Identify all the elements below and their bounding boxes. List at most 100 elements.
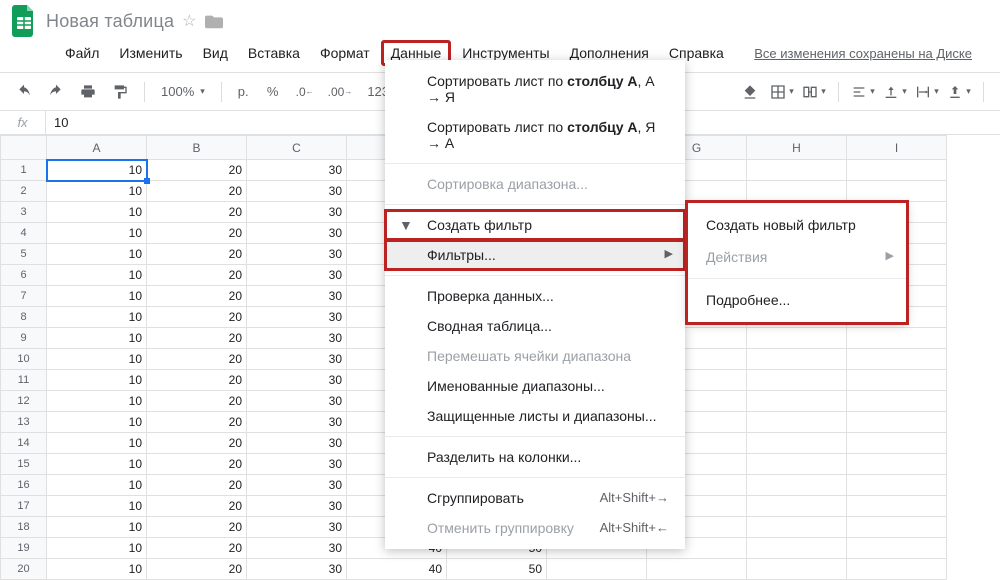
cell[interactable] bbox=[847, 181, 947, 202]
menu-вид[interactable]: Вид bbox=[194, 41, 237, 65]
cell[interactable]: 20 bbox=[147, 202, 247, 223]
cell[interactable]: 20 bbox=[147, 517, 247, 538]
row-header[interactable]: 5 bbox=[1, 244, 47, 265]
save-status-link[interactable]: Все изменения сохранены на Диске bbox=[754, 46, 988, 61]
cell[interactable] bbox=[847, 517, 947, 538]
cell[interactable] bbox=[747, 517, 847, 538]
row-header[interactable]: 2 bbox=[1, 181, 47, 202]
cell[interactable]: 20 bbox=[147, 433, 247, 454]
cell[interactable]: 30 bbox=[247, 517, 347, 538]
cell[interactable]: 30 bbox=[247, 496, 347, 517]
cell[interactable]: 30 bbox=[247, 454, 347, 475]
cell[interactable]: 30 bbox=[247, 181, 347, 202]
cell[interactable]: 30 bbox=[247, 475, 347, 496]
menu-формат[interactable]: Формат bbox=[311, 41, 379, 65]
cell[interactable]: 20 bbox=[147, 559, 247, 580]
menu-split-columns[interactable]: Разделить на колонки... bbox=[385, 442, 685, 472]
row-header[interactable]: 7 bbox=[1, 286, 47, 307]
col-header[interactable]: A bbox=[47, 136, 147, 160]
rotate-icon[interactable] bbox=[947, 80, 971, 104]
menu-вставка[interactable]: Вставка bbox=[239, 41, 309, 65]
row-header[interactable]: 15 bbox=[1, 454, 47, 475]
cell[interactable]: 10 bbox=[47, 370, 147, 391]
cell[interactable]: 30 bbox=[247, 433, 347, 454]
cell[interactable] bbox=[847, 433, 947, 454]
cell[interactable]: 20 bbox=[147, 328, 247, 349]
cell[interactable] bbox=[747, 538, 847, 559]
row-header[interactable]: 11 bbox=[1, 370, 47, 391]
cell[interactable]: 10 bbox=[47, 412, 147, 433]
cell[interactable] bbox=[647, 559, 747, 580]
cell[interactable] bbox=[847, 160, 947, 181]
cell[interactable]: 20 bbox=[147, 475, 247, 496]
cell[interactable]: 20 bbox=[147, 391, 247, 412]
cell[interactable]: 20 bbox=[147, 349, 247, 370]
row-header[interactable]: 17 bbox=[1, 496, 47, 517]
menu-data-validation[interactable]: Проверка данных... bbox=[385, 281, 685, 311]
menu-файл[interactable]: Файл bbox=[56, 41, 108, 65]
menu-named-ranges[interactable]: Именованные диапазоны... bbox=[385, 371, 685, 401]
cell[interactable]: 30 bbox=[247, 391, 347, 412]
redo-icon[interactable] bbox=[44, 80, 68, 104]
cell[interactable] bbox=[847, 391, 947, 412]
row-header[interactable]: 1 bbox=[1, 160, 47, 181]
cell[interactable]: 20 bbox=[147, 307, 247, 328]
formula-bar-input[interactable]: 10 bbox=[46, 115, 68, 130]
cell[interactable] bbox=[547, 559, 647, 580]
wrap-icon[interactable] bbox=[915, 80, 939, 104]
halign-icon[interactable] bbox=[851, 80, 875, 104]
cell[interactable]: 30 bbox=[247, 244, 347, 265]
valign-icon[interactable] bbox=[883, 80, 907, 104]
submenu-more[interactable]: Подробнее... bbox=[688, 284, 906, 316]
cell[interactable] bbox=[747, 559, 847, 580]
cell[interactable]: 10 bbox=[47, 223, 147, 244]
cell[interactable]: 30 bbox=[247, 160, 347, 181]
cell[interactable]: 10 bbox=[47, 538, 147, 559]
cell[interactable] bbox=[747, 475, 847, 496]
sheets-logo-icon[interactable] bbox=[10, 3, 38, 39]
cell[interactable]: 10 bbox=[47, 328, 147, 349]
cell[interactable]: 20 bbox=[147, 160, 247, 181]
submenu-create-filter[interactable]: Создать новый фильтр bbox=[688, 209, 906, 241]
col-header[interactable]: I bbox=[847, 136, 947, 160]
fill-color-icon[interactable] bbox=[738, 80, 762, 104]
row-header[interactable]: 9 bbox=[1, 328, 47, 349]
cell[interactable]: 10 bbox=[47, 202, 147, 223]
cell[interactable]: 30 bbox=[247, 202, 347, 223]
row-header[interactable]: 8 bbox=[1, 307, 47, 328]
menu-group[interactable]: СгруппироватьAlt+Shift+→ bbox=[385, 483, 685, 513]
cell[interactable] bbox=[747, 349, 847, 370]
star-icon[interactable]: ☆ bbox=[182, 11, 196, 31]
cell[interactable]: 10 bbox=[47, 265, 147, 286]
cell[interactable]: 30 bbox=[247, 223, 347, 244]
cell[interactable] bbox=[747, 412, 847, 433]
cell[interactable] bbox=[747, 496, 847, 517]
select-all-corner[interactable] bbox=[1, 136, 47, 160]
cell[interactable] bbox=[747, 181, 847, 202]
cell[interactable]: 20 bbox=[147, 370, 247, 391]
cell[interactable] bbox=[847, 559, 947, 580]
cell[interactable] bbox=[847, 328, 947, 349]
cell[interactable]: 20 bbox=[147, 454, 247, 475]
cell[interactable]: 30 bbox=[247, 559, 347, 580]
cell[interactable]: 20 bbox=[147, 265, 247, 286]
cell[interactable] bbox=[847, 412, 947, 433]
cell[interactable]: 10 bbox=[47, 454, 147, 475]
col-header[interactable]: C bbox=[247, 136, 347, 160]
cell[interactable]: 30 bbox=[247, 370, 347, 391]
cell[interactable]: 10 bbox=[47, 433, 147, 454]
cell[interactable] bbox=[847, 370, 947, 391]
row-header[interactable]: 6 bbox=[1, 265, 47, 286]
cell[interactable]: 30 bbox=[247, 349, 347, 370]
cell[interactable]: 20 bbox=[147, 181, 247, 202]
cell[interactable]: 30 bbox=[247, 412, 347, 433]
row-header[interactable]: 19 bbox=[1, 538, 47, 559]
row-header[interactable]: 4 bbox=[1, 223, 47, 244]
cell[interactable]: 10 bbox=[47, 475, 147, 496]
undo-icon[interactable] bbox=[12, 80, 36, 104]
cell[interactable] bbox=[847, 538, 947, 559]
row-header[interactable]: 20 bbox=[1, 559, 47, 580]
cell[interactable]: 20 bbox=[147, 412, 247, 433]
cell[interactable] bbox=[747, 160, 847, 181]
cell[interactable] bbox=[747, 454, 847, 475]
